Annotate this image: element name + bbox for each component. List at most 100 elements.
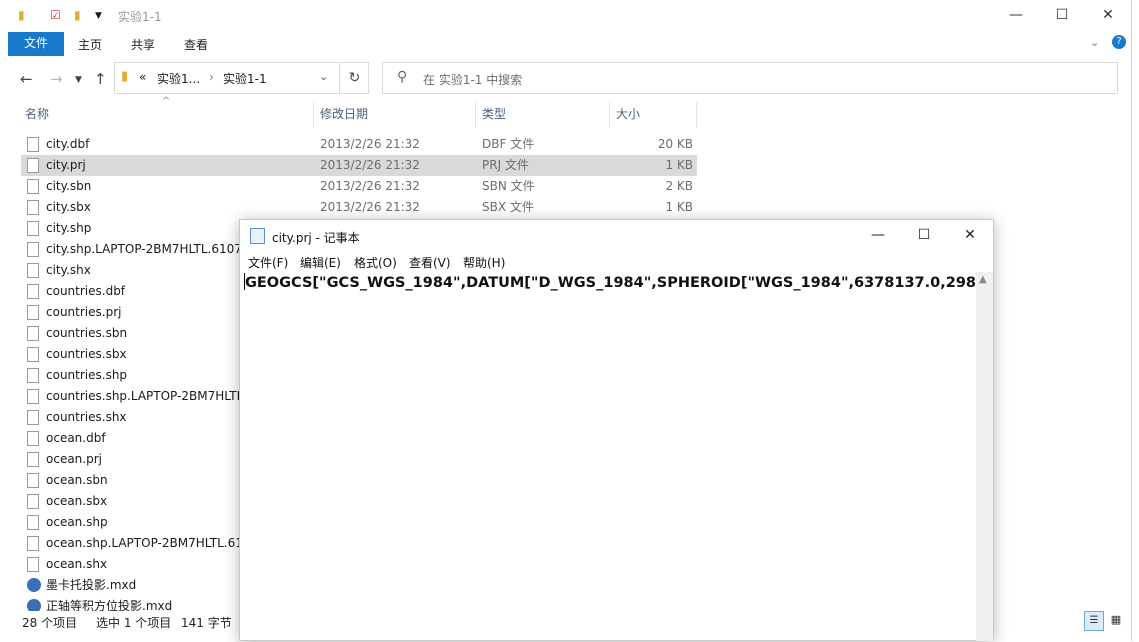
breadcrumb-separator[interactable]: › [209, 70, 214, 84]
notepad-vertical-scrollbar[interactable]: ▲ [976, 272, 993, 641]
search-box[interactable]: ⚲ 在 实验1-1 中搜索 [382, 62, 1118, 94]
file-name: countries.sbn [46, 326, 128, 340]
breadcrumb-parent[interactable]: 实验1... [157, 70, 200, 87]
file-type: DBF 文件 [482, 137, 535, 151]
file-icon [27, 158, 39, 173]
file-icon [27, 242, 39, 257]
refresh-button[interactable]: ↻ [341, 62, 369, 94]
tab-view[interactable]: 查看 [184, 36, 208, 53]
maximize-button[interactable]: ☐ [1039, 0, 1085, 32]
file-size: 20 KB [657, 137, 693, 151]
file-name: ocean.shx [46, 557, 108, 571]
details-view-icon[interactable]: ☰ [1084, 611, 1104, 631]
tab-home[interactable]: 主页 [78, 36, 102, 53]
menu-help[interactable]: 帮助(H) [463, 254, 505, 271]
notepad-close-button[interactable]: ✕ [947, 220, 993, 252]
notepad-icon [250, 228, 265, 244]
arcmap-document-icon [27, 578, 41, 592]
chevron-down-icon[interactable]: ⌄ [319, 70, 328, 83]
column-header-date[interactable]: 修改日期 [315, 102, 476, 128]
file-icon [27, 305, 39, 320]
file-icon [27, 389, 39, 404]
new-folder-icon[interactable]: ▮ [74, 8, 81, 22]
file-row[interactable]: city.sbn 2013/2/26 21:32 SBN 文件 2 KB [21, 176, 697, 197]
up-arrow-icon[interactable]: ↑ [94, 70, 107, 88]
file-icon [27, 221, 39, 236]
file-icon [27, 200, 39, 215]
file-name: ocean.shp [46, 515, 108, 529]
tab-share[interactable]: 共享 [131, 36, 155, 53]
menu-format[interactable]: 格式(O) [354, 254, 397, 271]
file-icon [27, 410, 39, 425]
file-name: city.shx [46, 263, 91, 277]
file-name: city.prj [46, 158, 86, 172]
expand-ribbon-icon[interactable]: ⌄ [1090, 36, 1099, 49]
column-header-name[interactable]: 名称 [20, 102, 314, 128]
close-button[interactable]: ✕ [1085, 0, 1131, 32]
recent-locations-icon[interactable]: ▼ [75, 75, 82, 85]
notepad-menubar: 文件(F) 编辑(E) 格式(O) 查看(V) 帮助(H) [240, 252, 993, 272]
notepad-content: GEOGCS["GCS_WGS_1984",DATUM["D_WGS_1984"… [245, 275, 976, 291]
notepad-titlebar: city.prj - 记事本 — ☐ ✕ [240, 220, 993, 252]
file-icon [27, 515, 39, 530]
file-name: city.sbn [46, 179, 92, 193]
help-icon[interactable]: ? [1112, 35, 1126, 49]
search-placeholder: 在 实验1-1 中搜索 [423, 73, 523, 87]
window-title: 实验1-1 [118, 10, 162, 24]
minimize-button[interactable]: — [993, 0, 1039, 32]
file-icon [27, 347, 39, 362]
notepad-window: city.prj - 记事本 — ☐ ✕ 文件(F) 编辑(E) 格式(O) 查… [239, 219, 994, 641]
file-name: countries.sbx [46, 347, 127, 361]
column-header-size[interactable]: 大小 [611, 102, 697, 128]
file-icon [27, 179, 39, 194]
large-icons-view-icon[interactable]: ▦ [1106, 611, 1126, 631]
notepad-text-area[interactable]: GEOGCS["GCS_WGS_1984",DATUM["D_WGS_1984"… [244, 273, 976, 642]
file-name: 墨卡托投影.mxd [46, 578, 137, 592]
status-item-count: 28 个项目 [22, 616, 78, 630]
column-header-type[interactable]: 类型 [477, 102, 610, 128]
scroll-up-icon[interactable]: ▲ [979, 274, 987, 285]
tab-file[interactable]: 文件 [8, 32, 64, 56]
status-selected: 选中 1 个项目 [96, 616, 172, 630]
file-row[interactable]: city.sbx 2013/2/26 21:32 SBX 文件 1 KB [21, 197, 697, 218]
file-name: ocean.shp.LAPTOP-2BM7HLTL.610 [46, 536, 246, 550]
search-icon: ⚲ [397, 69, 408, 85]
file-name: city.shp.LAPTOP-2BM7HLTL.61072 [46, 242, 246, 256]
file-icon [27, 431, 39, 446]
file-name: city.dbf [46, 137, 90, 151]
file-date: 2013/2/26 21:32 [320, 200, 420, 214]
file-icon [27, 137, 39, 152]
file-size: 2 KB [665, 179, 693, 193]
file-name: countries.shp [46, 368, 128, 382]
menu-edit[interactable]: 编辑(E) [300, 254, 341, 271]
file-date: 2013/2/26 21:32 [320, 137, 420, 151]
forward-arrow-icon[interactable]: → [50, 70, 63, 88]
file-icon [27, 368, 39, 383]
address-bar[interactable]: ▮ « 实验1... › 实验1-1 ⌄ [114, 62, 340, 94]
ribbon-tabs: 文件 主页 共享 查看 ⌄ ? [0, 32, 1131, 56]
file-name: city.sbx [46, 200, 91, 214]
file-date: 2013/2/26 21:32 [320, 158, 420, 172]
file-name: city.shp [46, 221, 92, 235]
file-icon [27, 494, 39, 509]
notepad-maximize-button[interactable]: ☐ [901, 220, 947, 252]
file-name: ocean.sbx [46, 494, 108, 508]
file-icon [27, 557, 39, 572]
file-date: 2013/2/26 21:32 [320, 179, 420, 193]
file-type: PRJ 文件 [482, 158, 529, 172]
file-name: ocean.sbn [46, 473, 108, 487]
menu-view[interactable]: 查看(V) [409, 254, 451, 271]
menu-file[interactable]: 文件(F) [248, 254, 288, 271]
explorer-titlebar: ▮ ☑ ▮ ▼ 实验1-1 — ☐ ✕ [0, 0, 1131, 32]
properties-icon[interactable]: ☑ [50, 8, 61, 22]
file-name: countries.shp.LAPTOP-2BM7HLTL. [46, 389, 246, 403]
file-row[interactable]: city.prj 2013/2/26 21:32 PRJ 文件 1 KB [21, 155, 697, 176]
file-row[interactable]: city.dbf 2013/2/26 21:32 DBF 文件 20 KB [21, 134, 697, 155]
notepad-minimize-button[interactable]: — [855, 220, 901, 252]
breadcrumb-overflow[interactable]: « [139, 70, 146, 84]
refresh-icon: ↻ [348, 70, 361, 86]
file-size: 1 KB [665, 200, 693, 214]
customize-quick-access-icon[interactable]: ▼ [95, 11, 102, 21]
back-arrow-icon[interactable]: ← [20, 70, 33, 88]
breadcrumb-current[interactable]: 实验1-1 [223, 70, 267, 87]
